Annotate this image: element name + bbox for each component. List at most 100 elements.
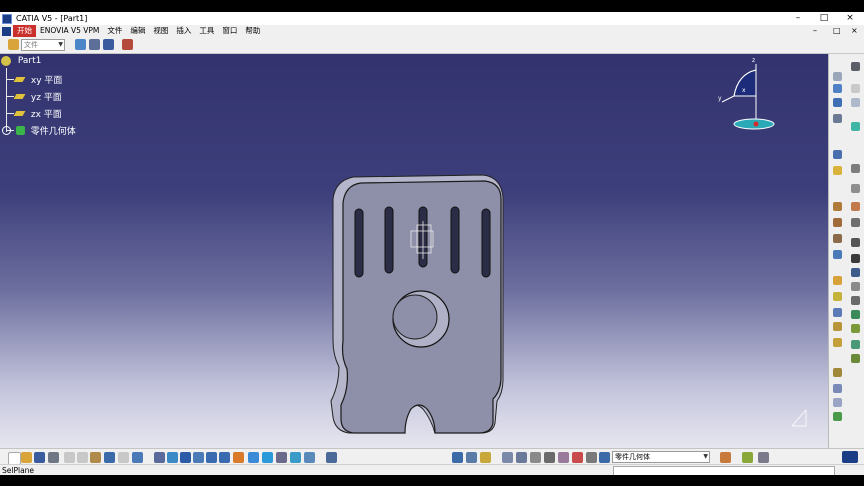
tool-icon[interactable] xyxy=(558,452,569,463)
tool-icon[interactable] xyxy=(452,452,463,463)
sketch-icon[interactable] xyxy=(851,62,860,71)
menu-window[interactable]: 窗口 xyxy=(218,25,241,37)
save-icon[interactable] xyxy=(34,452,45,463)
restore-button[interactable]: □ xyxy=(810,12,838,25)
tool-icon[interactable] xyxy=(833,72,842,81)
open-folder-icon[interactable] xyxy=(8,39,19,50)
tree-item-yz-plane[interactable]: yz 平面 xyxy=(13,90,62,103)
tool-icon[interactable] xyxy=(851,268,860,277)
print-icon[interactable] xyxy=(48,452,59,463)
tool-icon[interactable] xyxy=(851,122,860,131)
product-icon[interactable] xyxy=(75,39,86,50)
tool-icon[interactable] xyxy=(466,452,477,463)
compass-widget[interactable]: z x y xyxy=(712,56,782,132)
tool-icon[interactable] xyxy=(544,452,555,463)
tool-icon[interactable] xyxy=(851,310,860,319)
shell-icon[interactable] xyxy=(833,308,842,317)
minimize-button[interactable]: – xyxy=(784,12,812,25)
menu-edit[interactable]: 编辑 xyxy=(126,25,149,37)
3d-viewport[interactable]: Part1 xy 平面 yz 平面 zx 平面 零件几何体 z x y xyxy=(0,54,828,448)
tool-icon[interactable] xyxy=(304,452,315,463)
redo-icon[interactable] xyxy=(118,452,129,463)
catia-logo-icon[interactable] xyxy=(2,26,11,36)
tool-icon[interactable] xyxy=(833,98,842,107)
tree-item-xy-plane[interactable]: xy 平面 xyxy=(13,73,62,86)
tool-icon[interactable] xyxy=(833,412,842,421)
tool-icon[interactable] xyxy=(742,452,753,463)
cut-icon[interactable] xyxy=(64,452,75,463)
menu-help[interactable]: 帮助 xyxy=(241,25,264,37)
tree-item-zx-plane[interactable]: zx 平面 xyxy=(13,107,62,120)
tool-icon[interactable] xyxy=(851,84,860,93)
pocket-icon[interactable] xyxy=(833,218,842,227)
undo-icon[interactable] xyxy=(104,452,115,463)
render-style-icon[interactable] xyxy=(262,452,273,463)
doc-close-button[interactable]: × xyxy=(851,25,858,37)
hole-icon[interactable] xyxy=(833,250,842,259)
workbench-combo[interactable]: 文件 ▼ xyxy=(21,39,65,51)
paste-icon[interactable] xyxy=(90,452,101,463)
line-icon[interactable] xyxy=(833,150,842,159)
tool-icon[interactable] xyxy=(480,452,491,463)
tool-icon[interactable] xyxy=(851,164,860,173)
zoom-in-icon[interactable] xyxy=(206,452,217,463)
tree-item-part-body[interactable]: 零件几何体 xyxy=(2,124,76,137)
boolean-icon[interactable] xyxy=(833,368,842,377)
tool-icon[interactable] xyxy=(720,452,731,463)
tool-icon[interactable] xyxy=(851,254,860,263)
tool-icon[interactable] xyxy=(530,452,541,463)
tool-icon[interactable] xyxy=(851,184,860,193)
menu-view[interactable]: 视图 xyxy=(149,25,172,37)
normal-view-icon[interactable] xyxy=(233,452,244,463)
open-icon[interactable] xyxy=(21,452,32,463)
tool-icon[interactable] xyxy=(851,296,860,305)
tool-icon[interactable] xyxy=(851,354,860,363)
dig-dlg-icon[interactable] xyxy=(89,39,100,50)
tree-item-part1[interactable]: Part1 xyxy=(1,56,41,67)
tool-icon[interactable] xyxy=(833,84,842,93)
pattern-icon[interactable] xyxy=(833,338,842,347)
tool-icon[interactable] xyxy=(851,324,860,333)
tool-icon[interactable] xyxy=(502,452,513,463)
plane-tool-icon[interactable] xyxy=(833,166,842,175)
zoom-out-icon[interactable] xyxy=(219,452,230,463)
menu-insert[interactable]: 插入 xyxy=(172,25,195,37)
swap-space-icon[interactable] xyxy=(290,452,301,463)
doc-restore-button[interactable]: □ xyxy=(833,25,841,37)
tools-icon[interactable] xyxy=(103,39,114,50)
menu-file[interactable]: 文件 xyxy=(103,25,126,37)
draft-icon[interactable] xyxy=(833,322,842,331)
pan-icon[interactable] xyxy=(180,452,191,463)
rotate-icon[interactable] xyxy=(193,452,204,463)
tool-icon[interactable] xyxy=(851,202,860,211)
tool-icon[interactable] xyxy=(833,384,842,393)
tool-icon[interactable] xyxy=(758,452,769,463)
menu-start[interactable]: 开始 xyxy=(13,25,36,37)
chamfer-icon[interactable] xyxy=(833,292,842,301)
body-combo[interactable]: 零件几何体 ▼ xyxy=(612,451,710,463)
tool-icon[interactable] xyxy=(326,452,337,463)
views-icon[interactable] xyxy=(248,452,259,463)
fit-all-icon[interactable] xyxy=(167,452,178,463)
tool-icon[interactable] xyxy=(833,398,842,407)
tool-icon[interactable] xyxy=(851,238,860,247)
tool-icon[interactable] xyxy=(851,218,860,227)
pad-icon[interactable] xyxy=(833,202,842,211)
tool-icon[interactable] xyxy=(516,452,527,463)
hide-show-icon[interactable] xyxy=(276,452,287,463)
menu-tools[interactable]: 工具 xyxy=(195,25,218,37)
shaft-icon[interactable] xyxy=(833,234,842,243)
body-selector-icon[interactable] xyxy=(599,452,610,463)
doc-minimize-button[interactable]: – xyxy=(813,25,817,37)
part-3d-model[interactable] xyxy=(325,169,515,439)
tool-icon[interactable] xyxy=(851,282,860,291)
tool-icon[interactable] xyxy=(851,98,860,107)
close-button[interactable]: × xyxy=(836,12,864,25)
tool-icon[interactable] xyxy=(572,452,583,463)
menu-enovia[interactable]: ENOVIA V5 VPM xyxy=(36,25,103,37)
expand-icon[interactable] xyxy=(2,126,11,135)
fly-mode-icon[interactable] xyxy=(154,452,165,463)
copy-icon[interactable] xyxy=(77,452,88,463)
fillet-icon[interactable] xyxy=(833,276,842,285)
whats-this-icon[interactable] xyxy=(132,452,143,463)
